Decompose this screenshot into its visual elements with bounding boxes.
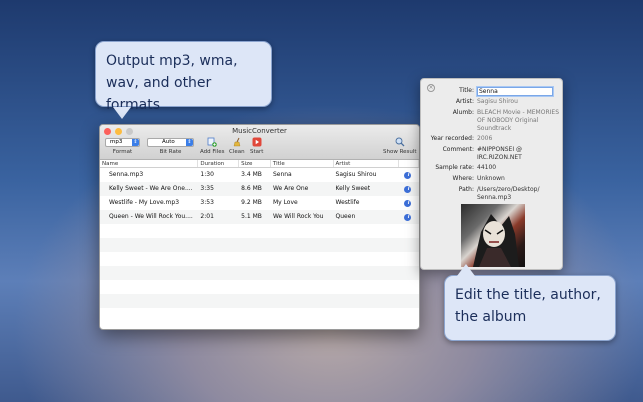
table-row[interactable]: Kelly Sweet - We Are One.... 3:35 8.6 MB… xyxy=(100,182,419,196)
empty-row xyxy=(100,224,419,238)
cell-size: 3.4 MB xyxy=(241,171,262,178)
start-button[interactable]: Start xyxy=(250,137,263,155)
empty-row xyxy=(100,280,419,294)
file-table: Senna.mp3 1:30 3.4 MB Senna Sagisu Shiro… xyxy=(100,168,419,322)
path-value: /Users/zero/Desktop/ Senna.mp3 xyxy=(477,186,540,201)
column-title[interactable]: Title xyxy=(271,160,334,167)
artwork-illustration xyxy=(473,214,519,267)
start-label: Start xyxy=(250,149,264,155)
year-label: Year recorded: xyxy=(430,135,474,142)
empty-row xyxy=(100,252,419,266)
bitrate-value: Auto xyxy=(162,139,175,145)
cell-artist: Kelly Sweet xyxy=(335,185,371,192)
cell-artist: Queen xyxy=(335,213,356,220)
cell-title: We Are One xyxy=(272,185,309,192)
empty-row xyxy=(100,266,419,280)
album-label: Alumb: xyxy=(452,109,474,116)
cell-size: 8.6 MB xyxy=(241,185,262,192)
where-value: Unknown xyxy=(477,175,505,182)
broom-icon xyxy=(232,137,242,147)
info-icon[interactable]: i xyxy=(404,213,412,221)
add-files-label: Add Files xyxy=(200,149,225,155)
play-icon xyxy=(252,137,262,147)
artist-label: Artist: xyxy=(455,98,474,105)
cell-duration: 3:35 xyxy=(200,185,214,192)
info-icon[interactable]: i xyxy=(404,171,412,179)
comment-label: Comment: xyxy=(442,146,474,153)
column-artist[interactable]: Artist xyxy=(334,160,400,167)
add-files-icon xyxy=(207,137,218,147)
title-label: Title: xyxy=(459,87,474,94)
format-group: mp3 ⇕ Format xyxy=(105,138,140,155)
album-value[interactable]: BLEACH Movie - MEMORIES OF NOBODY Origin… xyxy=(477,109,561,133)
cell-size: 5.1 MB xyxy=(241,213,262,220)
column-name[interactable]: Name xyxy=(100,160,199,167)
track-info-panel: × Title: Senna Artist: Sagisu Shirou Alu… xyxy=(420,78,563,270)
cell-name: Kelly Sweet - We Are One.... xyxy=(109,185,193,192)
empty-row xyxy=(100,294,419,308)
table-row[interactable]: Queen - We Will Rock You.... 2:01 5.1 MB… xyxy=(100,210,419,224)
cell-name: Senna.mp3 xyxy=(109,171,144,178)
cell-artist: Westlife xyxy=(335,199,360,206)
info-icon[interactable]: i xyxy=(404,199,412,207)
music-converter-window: MusicConverter mp3 ⇕ Format Auto ⇕ Bit R… xyxy=(99,124,420,330)
format-value: mp3 xyxy=(110,139,123,145)
cell-duration: 1:30 xyxy=(200,171,214,178)
show-result-label: Show Result xyxy=(383,149,417,155)
comment-value[interactable]: #NIPPONSEI @ IRC.RIZON.NET xyxy=(477,146,547,162)
column-info xyxy=(399,160,419,167)
sample-rate-label: Sample rate: xyxy=(435,164,474,171)
window-title: MusicConverter xyxy=(232,127,287,135)
add-files-button[interactable]: Add Files xyxy=(200,137,224,155)
show-result-button[interactable]: Show Result xyxy=(383,137,417,155)
artist-value[interactable]: Sagisu Shirou xyxy=(477,98,561,106)
format-label: Format xyxy=(112,149,133,155)
format-callout: Output mp3, wma, wav, and other formats xyxy=(95,41,272,119)
clean-label: Clean xyxy=(229,149,245,155)
edit-tags-callout: Edit the title, author, the album xyxy=(444,264,616,341)
title-row: Title: Senna xyxy=(421,87,564,97)
cell-duration: 3:53 xyxy=(200,199,214,206)
cell-artist: Sagisu Shirou xyxy=(335,171,377,178)
empty-row xyxy=(100,238,419,252)
cell-title: My Love xyxy=(272,199,298,206)
cell-duration: 2:01 xyxy=(200,213,214,220)
sample-rate-value: 44100 xyxy=(477,164,497,171)
column-duration[interactable]: Duration xyxy=(198,160,240,167)
table-row[interactable]: Senna.mp3 1:30 3.4 MB Senna Sagisu Shiro… xyxy=(100,168,419,182)
album-artwork xyxy=(461,204,525,267)
info-icon[interactable]: i xyxy=(404,185,412,193)
edit-tags-callout-text: Edit the title, author, the album xyxy=(455,287,601,325)
callout-tail xyxy=(457,264,475,276)
table-header: Name Duration Size Title Artist xyxy=(100,160,419,168)
cell-name: Westlife - My Love.mp3 xyxy=(109,199,180,206)
path-label: Path: xyxy=(458,186,474,193)
format-select[interactable]: mp3 ⇕ xyxy=(105,138,140,147)
cell-title: Senna xyxy=(272,171,292,178)
magnifier-icon xyxy=(395,137,405,147)
toolbar: MusicConverter mp3 ⇕ Format Auto ⇕ Bit R… xyxy=(100,125,419,160)
empty-row xyxy=(100,308,419,322)
bitrate-label: Bit Rate xyxy=(159,149,182,155)
clean-button[interactable]: Clean xyxy=(229,137,245,155)
year-value[interactable]: 2006 xyxy=(477,135,561,143)
where-label: Where: xyxy=(452,175,474,182)
title-input[interactable]: Senna xyxy=(477,87,553,96)
column-size[interactable]: Size xyxy=(239,160,271,167)
cell-name: Queen - We Will Rock You.... xyxy=(109,213,193,220)
bitrate-select[interactable]: Auto ⇕ xyxy=(147,138,194,147)
bitrate-group: Auto ⇕ Bit Rate xyxy=(147,138,194,155)
callout-tail xyxy=(113,107,131,119)
chevron-updown-icon: ⇕ xyxy=(186,139,193,146)
cell-size: 9.2 MB xyxy=(241,199,262,206)
table-row[interactable]: Westlife - My Love.mp3 3:53 9.2 MB My Lo… xyxy=(100,196,419,210)
cell-title: We Will Rock You xyxy=(272,213,324,220)
chevron-updown-icon: ⇕ xyxy=(132,139,139,146)
